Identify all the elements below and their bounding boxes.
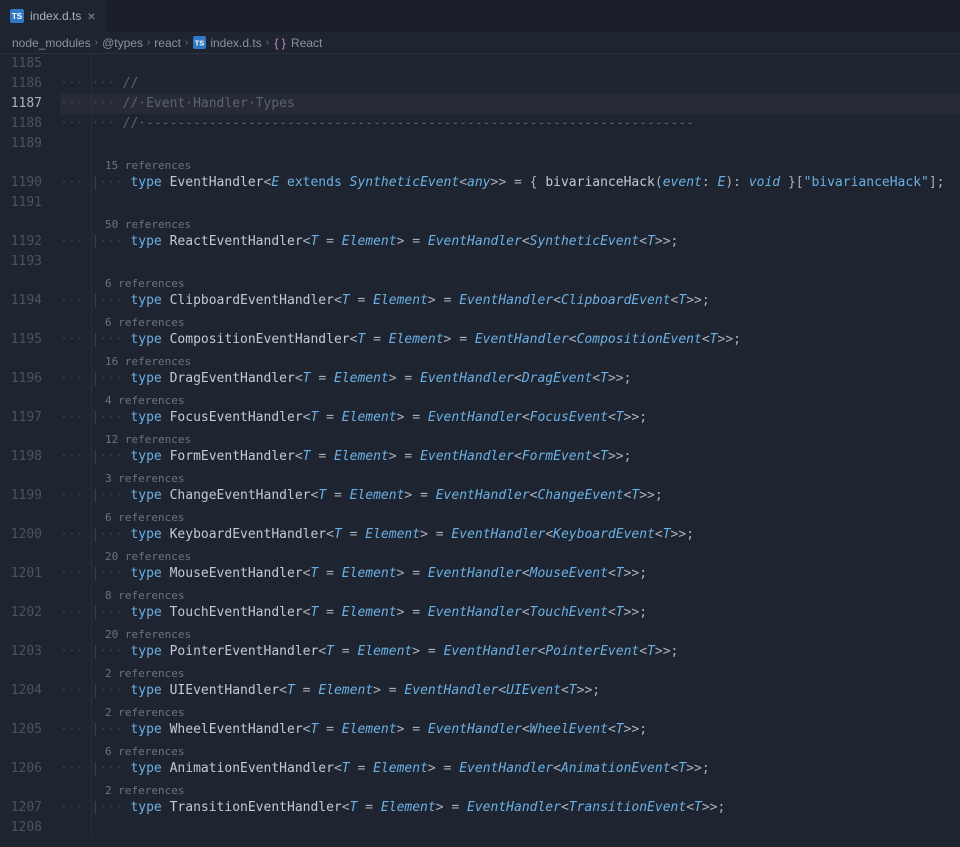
line-number: 1187 <box>0 94 42 114</box>
line-number: 1186 <box>0 74 42 94</box>
line-number: 1199 <box>0 467 42 506</box>
code-editor[interactable]: 1185118611871188118911901191119211931194… <box>0 54 960 838</box>
chevron-right-icon: › <box>185 37 188 48</box>
code-line[interactable]: 15 references··· |··· type EventHandler<… <box>60 154 960 193</box>
codelens-references[interactable]: 3 references <box>60 467 960 486</box>
code-line[interactable]: 6 references··· |··· type KeyboardEventH… <box>60 506 960 545</box>
line-number: 1202 <box>0 584 42 623</box>
chevron-right-icon: › <box>266 37 269 48</box>
codelens-references[interactable]: 6 references <box>60 506 960 525</box>
codelens-references[interactable]: 16 references <box>60 350 960 369</box>
line-number: 1200 <box>0 506 42 545</box>
code-line[interactable]: 6 references··· |··· type AnimationEvent… <box>60 740 960 779</box>
code-area[interactable]: ··· ··· //··· ··· //·Event·Handler·Types… <box>60 54 960 838</box>
line-number: 1189 <box>0 134 42 154</box>
ts-icon: TS <box>192 36 206 50</box>
line-number: 1206 <box>0 740 42 779</box>
line-number: 1195 <box>0 311 42 350</box>
code-line[interactable]: 50 references··· |··· type ReactEventHan… <box>60 213 960 252</box>
line-number: 1188 <box>0 114 42 134</box>
svg-text:TS: TS <box>12 12 23 21</box>
line-number: 1196 <box>0 350 42 389</box>
code-line[interactable] <box>60 818 960 838</box>
code-line[interactable]: ··· ··· //·-----------------------------… <box>60 114 960 134</box>
code-line[interactable]: 4 references··· |··· type FocusEventHand… <box>60 389 960 428</box>
crumb-file[interactable]: TS index.d.ts <box>192 36 261 50</box>
code-line[interactable]: 2 references··· |··· type UIEventHandler… <box>60 662 960 701</box>
codelens-references[interactable]: 12 references <box>60 428 960 447</box>
code-line[interactable]: 8 references··· |··· type TouchEventHand… <box>60 584 960 623</box>
crumb-node-modules[interactable]: node_modules <box>12 36 91 50</box>
codelens-references[interactable]: 6 references <box>60 740 960 759</box>
code-line[interactable]: 3 references··· |··· type ChangeEventHan… <box>60 467 960 506</box>
code-line[interactable]: ··· ··· //·Event·Handler·Types <box>60 94 960 114</box>
tab-active[interactable]: TS index.d.ts × <box>0 0 106 32</box>
code-line[interactable]: 20 references··· |··· type PointerEventH… <box>60 623 960 662</box>
svg-text:TS: TS <box>195 38 205 47</box>
codelens-references[interactable]: 2 references <box>60 662 960 681</box>
code-line[interactable] <box>60 134 960 154</box>
line-number: 1194 <box>0 272 42 311</box>
line-number: 1203 <box>0 623 42 662</box>
line-number: 1197 <box>0 389 42 428</box>
close-icon[interactable]: × <box>87 8 95 24</box>
gutter: 1185118611871188118911901191119211931194… <box>0 54 60 838</box>
breadcrumb[interactable]: node_modules › @types › react › TS index… <box>0 32 960 54</box>
chevron-right-icon: › <box>147 37 150 48</box>
codelens-references[interactable]: 2 references <box>60 701 960 720</box>
line-number: 1201 <box>0 545 42 584</box>
code-line[interactable]: 16 references··· |··· type DragEventHand… <box>60 350 960 389</box>
tab-bar: TS index.d.ts × <box>0 0 960 32</box>
line-number: 1185 <box>0 54 42 74</box>
indent-guide <box>91 54 92 838</box>
code-line[interactable] <box>60 193 960 213</box>
code-line[interactable] <box>60 252 960 272</box>
line-number: 1193 <box>0 252 42 272</box>
codelens-references[interactable]: 20 references <box>60 545 960 564</box>
line-number: 1198 <box>0 428 42 467</box>
line-number: 1190 <box>0 154 42 193</box>
codelens-references[interactable]: 2 references <box>60 779 960 798</box>
code-line[interactable]: 2 references··· |··· type TransitionEven… <box>60 779 960 818</box>
code-line[interactable] <box>60 54 960 74</box>
line-number: 1207 <box>0 779 42 818</box>
codelens-references[interactable]: 20 references <box>60 623 960 642</box>
codelens-references[interactable]: 15 references <box>60 154 960 173</box>
crumb-react[interactable]: react <box>154 36 181 50</box>
code-line[interactable]: 20 references··· |··· type MouseEventHan… <box>60 545 960 584</box>
codelens-references[interactable]: 4 references <box>60 389 960 408</box>
line-number: 1208 <box>0 818 42 838</box>
tab-filename: index.d.ts <box>30 9 81 23</box>
code-line[interactable]: 2 references··· |··· type WheelEventHand… <box>60 701 960 740</box>
codelens-references[interactable]: 8 references <box>60 584 960 603</box>
chevron-right-icon: › <box>95 37 98 48</box>
codelens-references[interactable]: 6 references <box>60 272 960 291</box>
code-line[interactable]: 12 references··· |··· type FormEventHand… <box>60 428 960 467</box>
codelens-references[interactable]: 50 references <box>60 213 960 232</box>
codelens-references[interactable]: 6 references <box>60 311 960 330</box>
code-line[interactable]: 6 references··· |··· type CompositionEve… <box>60 311 960 350</box>
crumb-symbol[interactable]: { } React <box>273 36 322 50</box>
line-number: 1205 <box>0 701 42 740</box>
ts-icon: TS <box>10 9 24 23</box>
code-line[interactable]: 6 references··· |··· type ClipboardEvent… <box>60 272 960 311</box>
braces-icon: { } <box>273 36 287 50</box>
line-number: 1191 <box>0 193 42 213</box>
line-number: 1204 <box>0 662 42 701</box>
line-number: 1192 <box>0 213 42 252</box>
crumb-types[interactable]: @types <box>102 36 143 50</box>
code-line[interactable]: ··· ··· // <box>60 74 960 94</box>
